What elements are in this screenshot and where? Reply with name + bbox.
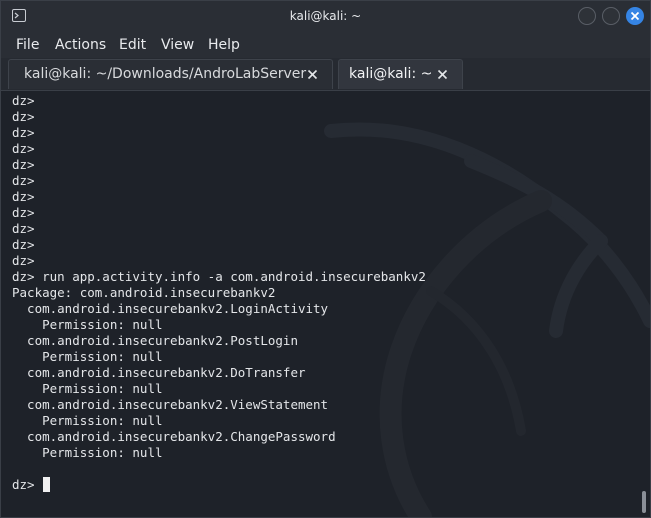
terminal-line: Permission: null bbox=[12, 349, 163, 364]
close-icon[interactable] bbox=[437, 69, 448, 80]
tab-androlabserver[interactable]: kali@kali: ~/Downloads/AndroLabServer bbox=[8, 59, 333, 89]
terminal-line: com.android.insecurebankv2.ChangePasswor… bbox=[12, 429, 336, 444]
menu-view[interactable]: View bbox=[161, 35, 194, 55]
tab-home[interactable]: kali@kali: ~ bbox=[338, 59, 463, 89]
terminal-line: dz> run app.activity.info -a com.android… bbox=[12, 269, 426, 284]
menu-help[interactable]: Help bbox=[208, 35, 240, 55]
terminal-lines: dz> dz> dz> dz> dz> dz> dz> dz> dz> dz> dz> dz> run… bbox=[12, 93, 426, 461]
terminal-line: Permission: null bbox=[12, 445, 163, 460]
text-cursor bbox=[43, 477, 51, 492]
menu-bar: File Actions Edit View Help bbox=[1, 32, 650, 58]
menu-file[interactable]: File bbox=[16, 35, 39, 55]
maximize-icon[interactable] bbox=[602, 7, 620, 25]
close-icon[interactable] bbox=[626, 7, 644, 25]
terminal-window: kali@kali: ~ File Actions Edit View Help… bbox=[0, 0, 651, 518]
terminal-line: Permission: null bbox=[12, 317, 163, 332]
terminal-line: com.android.insecurebankv2.PostLogin bbox=[12, 333, 298, 348]
title-bar[interactable]: kali@kali: ~ bbox=[1, 1, 650, 32]
terminal-line: Permission: null bbox=[12, 413, 163, 428]
terminal-line: com.android.insecurebankv2.DoTransfer bbox=[12, 365, 306, 380]
prompt-text: dz> bbox=[12, 477, 43, 492]
terminal-line: dz> bbox=[12, 93, 35, 108]
tab-label: kali@kali: ~/Downloads/AndroLabServer bbox=[24, 66, 307, 82]
tab-label: kali@kali: ~ bbox=[349, 66, 433, 82]
tab-bar: kali@kali: ~/Downloads/AndroLabServer ka… bbox=[1, 58, 650, 91]
terminal-line: dz> bbox=[12, 109, 35, 124]
terminal-line: com.android.insecurebankv2.LoginActivity bbox=[12, 301, 329, 316]
close-icon[interactable] bbox=[307, 69, 318, 80]
terminal-line: dz> bbox=[12, 125, 35, 140]
terminal-line: Package: com.android.insecurebankv2 bbox=[12, 285, 276, 300]
terminal-line: dz> bbox=[12, 221, 35, 236]
terminal-line: dz> bbox=[12, 205, 35, 220]
terminal-line: dz> bbox=[12, 253, 35, 268]
terminal-line: Permission: null bbox=[12, 381, 163, 396]
terminal-prompt[interactable]: dz> bbox=[12, 477, 51, 493]
terminal-line: dz> bbox=[12, 157, 35, 172]
minimize-icon[interactable] bbox=[578, 7, 596, 25]
menu-edit[interactable]: Edit bbox=[119, 35, 146, 55]
terminal-line: dz> bbox=[12, 141, 35, 156]
terminal-output[interactable]: dz> dz> dz> dz> dz> dz> dz> dz> dz> dz> dz> dz> run… bbox=[1, 91, 650, 517]
terminal-line: dz> bbox=[12, 189, 35, 204]
window-title: kali@kali: ~ bbox=[289, 9, 362, 23]
scrollbar[interactable] bbox=[642, 491, 646, 513]
terminal-line: dz> bbox=[12, 173, 35, 188]
terminal-line: dz> bbox=[12, 237, 35, 252]
terminal-line: com.android.insecurebankv2.ViewStatement bbox=[12, 397, 329, 412]
menu-actions[interactable]: Actions bbox=[55, 35, 106, 55]
